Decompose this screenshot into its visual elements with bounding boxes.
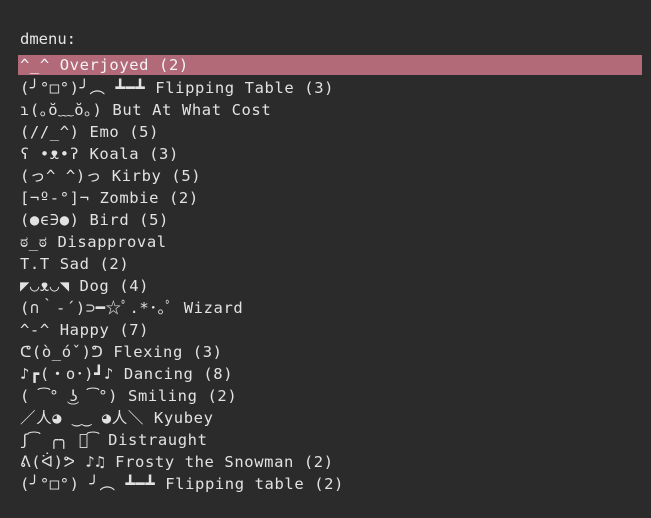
dmenu-item[interactable]: T.T Sad (2) xyxy=(18,253,642,275)
dmenu-item[interactable]: ( ͡° ͜ʖ ͡°) Smiling (2) xyxy=(18,385,642,407)
dmenu-item-list: ^_^ Overjoyed (2) (╯°□°)╯︵ ┻━┻ Flipping T… xyxy=(18,55,642,495)
dmenu-item[interactable]: ɿ(｡ŏ﹏ŏ｡) But At What Cost xyxy=(18,99,642,121)
dmenu-item-selected[interactable]: ^_^ Overjoyed (2) xyxy=(18,55,642,75)
dmenu-item[interactable]: (╯°□°) ╯︵ ┻━┻ Flipping table (2) xyxy=(18,473,642,495)
dmenu-item[interactable]: ♪┏(・o･)┛♪ Dancing (8) xyxy=(18,363,642,385)
dmenu-item[interactable]: [¬º-°]¬ Zombie (2) xyxy=(18,187,642,209)
dmenu-item[interactable]: ʕ •ᴥ•ʔ Koala (3) xyxy=(18,143,642,165)
dmenu-item[interactable]: (╯°□°)╯︵ ┻━┻ Flipping Table (3) xyxy=(18,77,642,99)
dmenu-item[interactable]: ʃ͡ ╭╮ ﾉ͡ Distraught xyxy=(18,429,642,451)
dmenu-item[interactable]: ^-^ Happy (7) xyxy=(18,319,642,341)
dmenu-item[interactable]: ᕕ(ᐛ)ᕗ ♪♫ Frosty the Snowman (2) xyxy=(18,451,642,473)
dmenu-item[interactable]: ಠ_ಠ Disapproval xyxy=(18,231,642,253)
dmenu-item[interactable]: ／人◕ ‿‿ ◕人＼ Kyubey xyxy=(18,407,642,429)
dmenu-item[interactable]: (●ϵ∋●) Bird (5) xyxy=(18,209,642,231)
dmenu-item[interactable]: (っ^ ^)っ Kirby (5) xyxy=(18,165,642,187)
dmenu-item[interactable]: ◤◡ᴥ◡◥ Dog (4) xyxy=(18,275,642,297)
dmenu-prompt: dmenu: xyxy=(20,30,76,48)
dmenu-item[interactable]: (∩｀-´)⊃━☆ﾟ.*･｡ﾟ Wizard xyxy=(18,297,642,319)
dmenu-item[interactable]: ᕦ(ò_óˇ)ᕤ Flexing (3) xyxy=(18,341,642,363)
dmenu-item[interactable]: (//_^) Emo (5) xyxy=(18,121,642,143)
